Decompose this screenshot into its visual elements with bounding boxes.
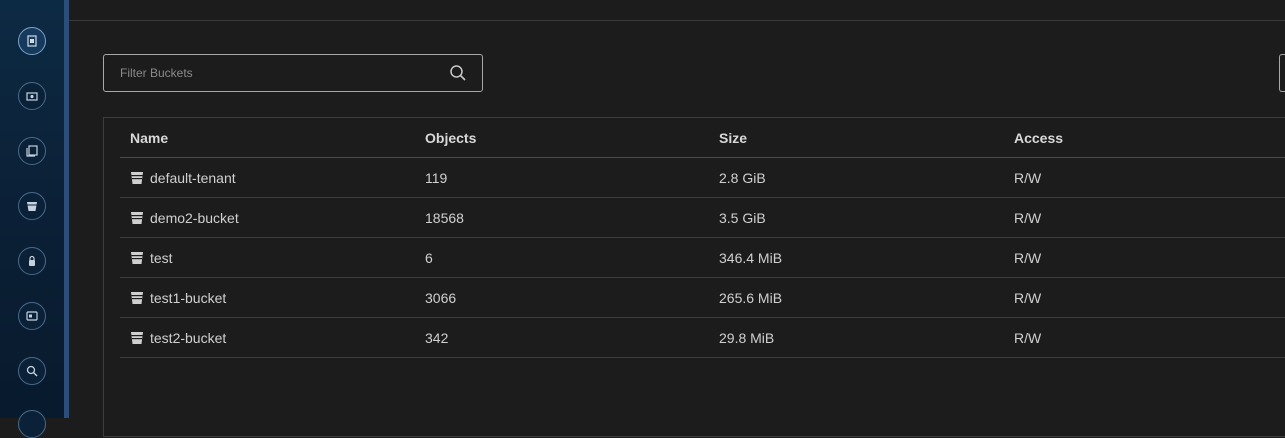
table-row[interactable]: demo2-bucket 18568 3.5 GiB R/W	[120, 198, 1285, 238]
bucket-size: 3.5 GiB	[719, 210, 766, 226]
table-row[interactable]: test1-bucket 3066 265.6 MiB R/W	[120, 278, 1285, 318]
toolbar-button-edge[interactable]	[1279, 54, 1285, 92]
object-count: 6	[425, 250, 433, 266]
object-count: 3066	[425, 290, 457, 306]
bucket-size: 265.6 MiB	[719, 290, 783, 306]
bucket-size: 29.8 MiB	[719, 330, 775, 346]
more-icon[interactable]	[18, 410, 46, 438]
bucket-size: 346.4 MiB	[719, 250, 783, 266]
bucket-name: demo2-bucket	[150, 210, 239, 226]
header-divider	[69, 20, 1285, 21]
search-icon[interactable]	[449, 64, 467, 82]
table-row[interactable]: test 6 346.4 MiB R/W	[120, 238, 1285, 278]
column-header-objects[interactable]: Objects	[425, 130, 476, 146]
bucket-icon	[131, 212, 143, 224]
access-level: R/W	[1014, 210, 1042, 226]
bucket-name: test1-bucket	[150, 290, 227, 306]
access-level: R/W	[1014, 170, 1042, 186]
bucket-size: 2.8 GiB	[719, 170, 766, 186]
object-count: 342	[425, 330, 449, 346]
table-header: Name Objects Size Access	[120, 118, 1285, 158]
bucket-name: default-tenant	[150, 170, 236, 186]
search-icon[interactable]	[18, 357, 46, 385]
access-level: R/W	[1014, 330, 1042, 346]
security-icon[interactable]	[18, 247, 46, 275]
account-icon[interactable]	[18, 82, 46, 110]
sidebar	[0, 0, 64, 438]
filter-buckets-search	[103, 54, 483, 92]
table-row[interactable]: test2-bucket 342 29.8 MiB R/W	[120, 318, 1285, 358]
object-count: 18568	[425, 210, 464, 226]
dashboard-icon[interactable]	[18, 27, 46, 55]
object-count: 119	[425, 170, 448, 186]
access-level: R/W	[1014, 290, 1042, 306]
access-level: R/W	[1014, 250, 1042, 266]
search-input[interactable]	[104, 55, 434, 91]
bucket-name: test2-bucket	[150, 330, 227, 346]
id-card-icon[interactable]	[18, 302, 46, 330]
column-header-size[interactable]: Size	[719, 130, 747, 146]
bucket-icon	[131, 292, 143, 304]
column-header-access[interactable]: Access	[1014, 130, 1063, 146]
bucket-icon	[131, 332, 143, 344]
documents-icon[interactable]	[18, 137, 46, 165]
bucket-icon	[131, 172, 143, 184]
table-row[interactable]: default-tenant 119 2.8 GiB R/W	[120, 158, 1285, 198]
main-content: Name Objects Size Access default-tenant …	[69, 0, 1285, 437]
bucket-name: test	[150, 250, 173, 266]
bucket-icon	[131, 252, 143, 264]
buckets-table: Name Objects Size Access default-tenant …	[103, 117, 1285, 437]
bucket-icon[interactable]	[18, 192, 46, 220]
column-header-name[interactable]: Name	[130, 130, 168, 146]
